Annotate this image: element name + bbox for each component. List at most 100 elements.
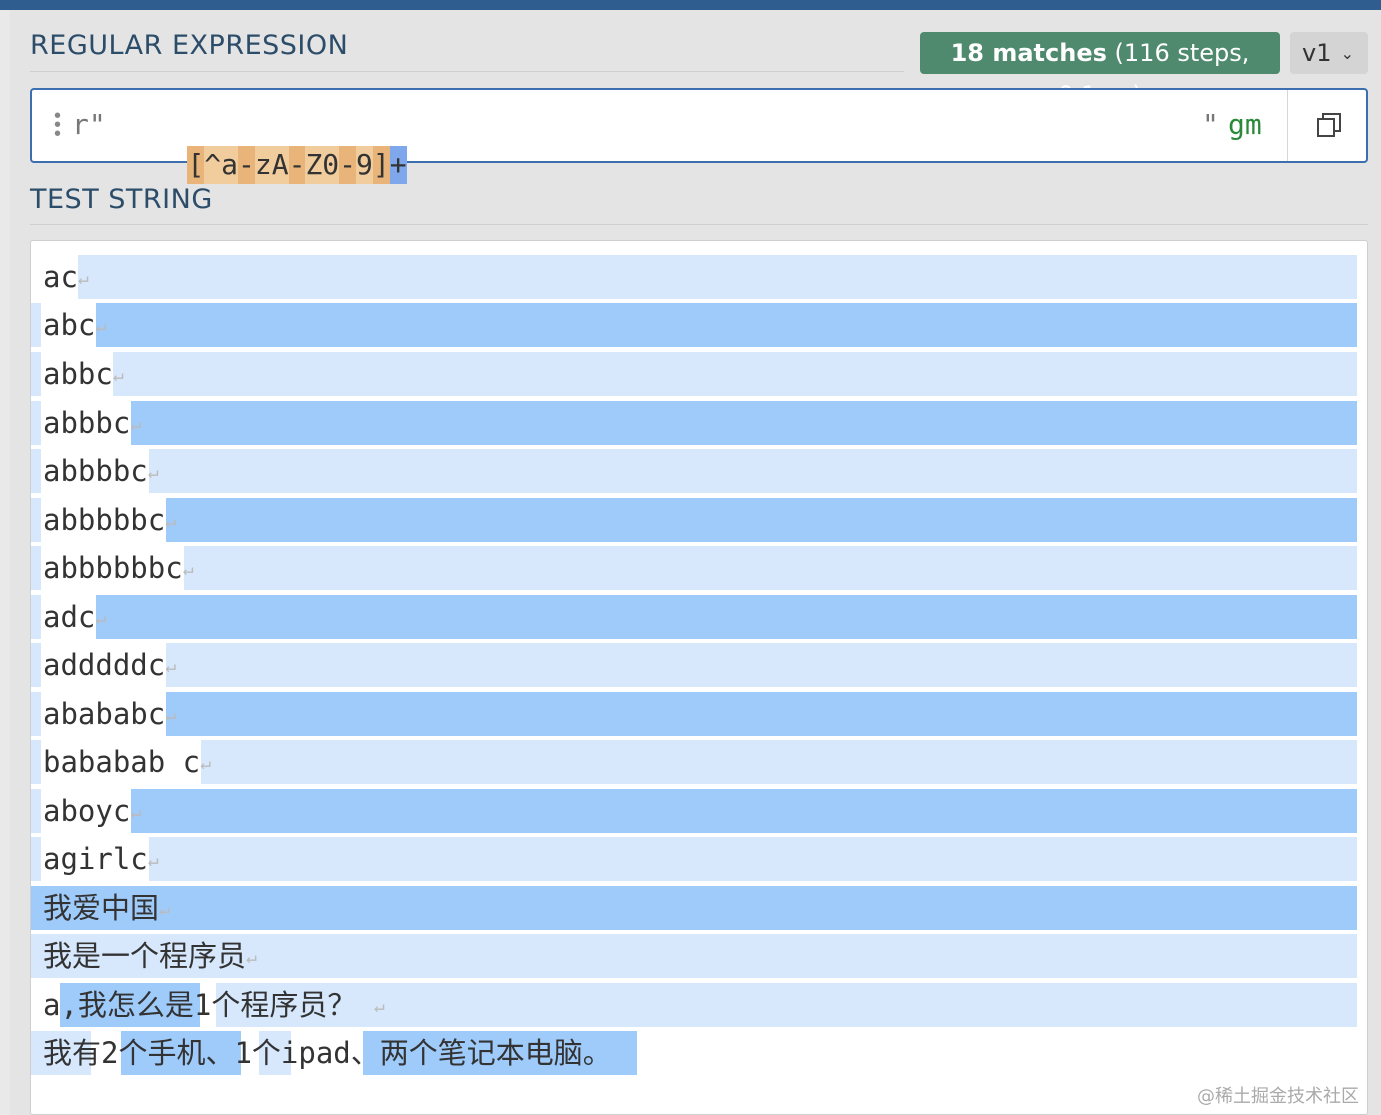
regex-token: zA <box>254 146 289 184</box>
test-line[interactable]: aboyc↵ <box>31 789 1367 833</box>
regex-title-rule <box>30 71 904 72</box>
regex-token: - <box>238 146 255 184</box>
match-highlight <box>95 595 1357 639</box>
watermark: @稀土掘金技术社区 <box>1197 1086 1359 1107</box>
match-highlight <box>371 983 1357 1027</box>
newline-icon: ↵ <box>95 608 107 629</box>
test-section-title: TEST STRING <box>30 184 213 215</box>
test-line-text: bababab c↵ <box>43 745 211 779</box>
match-highlight <box>31 837 41 881</box>
match-highlight <box>31 546 41 590</box>
match-highlight <box>31 352 41 396</box>
match-highlight <box>166 643 1357 687</box>
drag-handle-icon[interactable]: • • • <box>54 106 62 144</box>
match-highlight <box>113 352 1357 396</box>
test-line-text: 我爱中国↵ <box>43 891 170 925</box>
match-highlight <box>201 740 1357 784</box>
match-highlight <box>31 740 41 784</box>
match-count: 18 matches <box>950 39 1107 67</box>
newline-icon: ↵ <box>147 462 159 483</box>
test-line-text: abbbbbc↵ <box>43 503 177 537</box>
regex-token: 9 <box>356 146 373 184</box>
newline-icon: ↵ <box>182 559 194 580</box>
regex-flags[interactable]: gm <box>1228 108 1262 141</box>
test-line-text: abbc↵ <box>43 357 124 391</box>
test-line[interactable]: abbbc↵ <box>31 401 1367 445</box>
test-line[interactable]: agirlc↵ <box>31 837 1367 881</box>
regex-input[interactable]: • • • r" [^a-zA-Z0-9]+ " gm <box>30 88 1368 184</box>
match-highlight <box>31 303 41 347</box>
test-title-rule <box>30 224 1368 225</box>
regex-quantifier: + <box>389 146 407 184</box>
match-highlight <box>31 692 41 736</box>
test-line-text: adc↵ <box>43 600 107 634</box>
newline-icon: ↵ <box>77 268 89 289</box>
regex-token: ] <box>372 146 390 184</box>
test-line-text: aboyc↵ <box>43 794 142 828</box>
test-line-text: abbbbbbc↵ <box>43 551 194 585</box>
newline-icon: ↵ <box>130 414 142 435</box>
newline-icon: ↵ <box>95 316 107 337</box>
match-highlight <box>31 449 41 493</box>
test-line[interactable]: 我有2个手机、1个ipad、两个笔记本电脑。 <box>31 1031 1367 1075</box>
test-line-text: ac↵ <box>43 260 89 294</box>
test-line-text: 我有2个手机、1个ipad、两个笔记本电脑。 <box>43 1036 612 1070</box>
version-dropdown[interactable]: v1 ⌄ <box>1290 32 1368 74</box>
regex-token: Z0 <box>305 146 340 184</box>
newline-icon: ↵ <box>246 947 257 968</box>
match-highlight <box>166 692 1357 736</box>
match-highlight <box>78 255 1357 299</box>
test-line-text: abbbc↵ <box>43 406 142 440</box>
test-line[interactable]: abbbbc↵ <box>31 449 1367 493</box>
newline-icon: ↵ <box>147 850 159 871</box>
match-highlight <box>148 837 1357 881</box>
test-line[interactable]: 我是一个程序员↵ <box>31 934 1367 978</box>
match-highlight <box>131 789 1357 833</box>
test-line-text: abbbbc↵ <box>43 454 159 488</box>
test-line-text: abc↵ <box>43 308 107 342</box>
newline-icon: ↵ <box>165 656 177 677</box>
test-line[interactable]: bababab c↵ <box>31 740 1367 784</box>
test-line-text: adddddc↵ <box>43 648 177 682</box>
match-count-badge: 18 matches (116 steps, 0.1ms) <box>920 32 1280 109</box>
newline-icon: ↵ <box>165 705 177 726</box>
test-line[interactable]: abbbbbc↵ <box>31 498 1367 542</box>
test-line[interactable]: adddddc↵ <box>31 643 1367 687</box>
match-highlight <box>31 643 41 687</box>
copy-icon[interactable] <box>1316 112 1342 138</box>
regex-divider <box>1287 90 1288 161</box>
version-label: v1 <box>1302 39 1332 67</box>
match-highlight <box>95 303 1357 347</box>
match-highlight <box>31 595 41 639</box>
newline-icon: ↵ <box>200 753 211 774</box>
regex-pattern[interactable]: [^a-zA-Z0-9]+ <box>120 108 407 184</box>
test-line[interactable]: abc↵ <box>31 303 1367 347</box>
regex-token: ^a <box>204 146 239 184</box>
test-line-text: agirlc↵ <box>43 842 159 876</box>
test-line-text: 我是一个程序员↵ <box>43 939 257 973</box>
match-highlight <box>131 401 1357 445</box>
match-highlight <box>148 449 1357 493</box>
match-highlight <box>31 789 41 833</box>
test-line[interactable]: 我爱中国↵ <box>31 886 1367 930</box>
test-line[interactable]: abababc↵ <box>31 692 1367 736</box>
test-line[interactable]: abbbbbbc↵ <box>31 546 1367 590</box>
test-line-text: a,我怎么是1个程序员？ ↵ <box>43 988 385 1022</box>
newline-icon: ↵ <box>159 899 170 920</box>
newline-icon: ↵ <box>112 365 124 386</box>
chevron-down-icon: ⌄ <box>1340 44 1354 63</box>
regex-section-title: REGULAR EXPRESSION <box>30 30 349 61</box>
match-highlight <box>183 546 1357 590</box>
regex-token: - <box>339 146 357 184</box>
match-highlight <box>31 886 1357 930</box>
test-string-editor[interactable]: ac↵ abc↵ abbc↵ abbbc↵ abbbbc↵ abbbbbc↵ abbbbbb… <box>30 240 1368 1115</box>
test-line[interactable]: adc↵ <box>31 595 1367 639</box>
newline-icon: ↵ <box>130 802 142 823</box>
test-line[interactable]: ac↵ <box>31 255 1367 299</box>
top-bar <box>0 0 1381 10</box>
test-line[interactable]: a,我怎么是1个程序员？ ↵ <box>31 983 1367 1027</box>
test-line[interactable]: abbc↵ <box>31 352 1367 396</box>
regex-prefix: r" <box>72 108 106 141</box>
regex-token: [ <box>187 146 205 184</box>
newline-icon: ↵ <box>165 511 177 532</box>
